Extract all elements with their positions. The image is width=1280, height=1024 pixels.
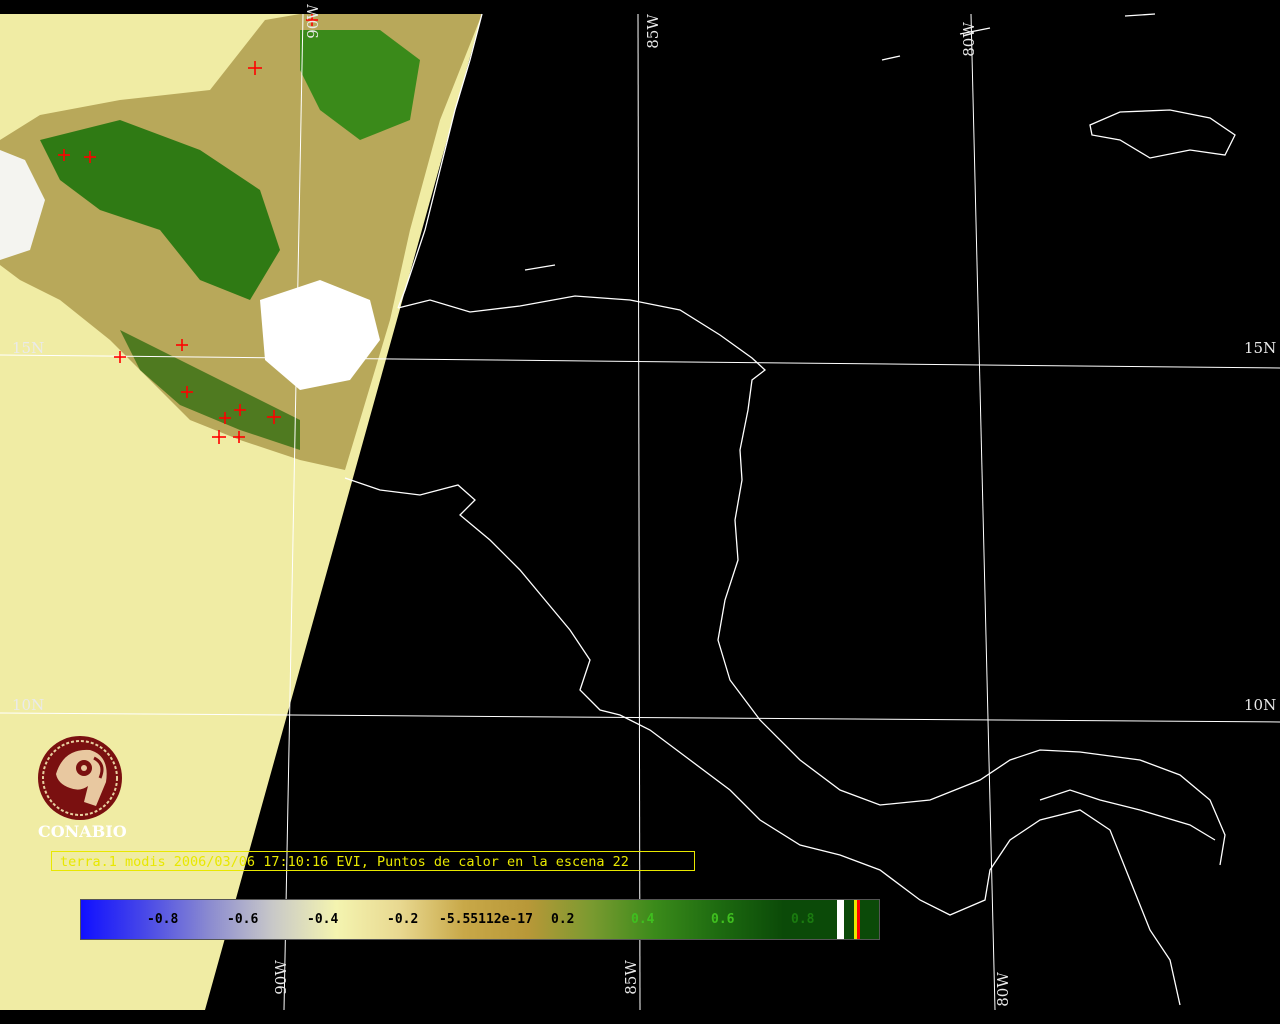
meridian-80w bbox=[970, 13, 996, 1011]
grid-label-15n-left: 15N bbox=[12, 339, 45, 357]
grid-label-80w-top: 80W bbox=[959, 22, 978, 57]
scene-caption: terra.1 modis 2006/03/06 17:10:16 EVI, P… bbox=[51, 851, 695, 871]
colorbar-tick: 0.6 bbox=[711, 912, 735, 927]
grid-label-10n-right: 10N bbox=[1244, 696, 1277, 714]
island-fragment-2 bbox=[881, 55, 901, 61]
jamaica bbox=[1089, 109, 1236, 159]
colorbar-tick: -0.8 bbox=[147, 912, 179, 927]
colorbar-tick: 0.4 bbox=[631, 912, 655, 927]
grid-label-85w-bottom: 85W bbox=[621, 960, 640, 995]
colorbar-tick: 0.2 bbox=[551, 912, 575, 927]
coast-panama-south bbox=[1039, 789, 1216, 841]
evi-colorbar: -0.8 -0.6 -0.4 -0.2 -5.55112e-17 0.2 0.4… bbox=[80, 899, 880, 940]
colorbar-class-end bbox=[860, 900, 879, 939]
grid-label-90w-top: 90W bbox=[303, 4, 322, 39]
conabio-macaw-logo-icon bbox=[38, 736, 122, 820]
grid-label-90w-bottom: 90W bbox=[271, 960, 290, 995]
grid-label-15n-right: 15N bbox=[1244, 339, 1277, 357]
conabio-logo-text: CONABIO bbox=[38, 822, 127, 841]
colorbar-tick: -5.55112e-17 bbox=[439, 912, 533, 927]
grid-label-10n-left: 10N bbox=[12, 696, 45, 714]
colorbar-class-dark bbox=[844, 900, 854, 939]
colorbar-tick: -0.2 bbox=[387, 912, 419, 927]
islets bbox=[524, 264, 556, 271]
colorbar-class-white bbox=[837, 900, 844, 939]
cuba-fragment bbox=[1124, 13, 1156, 17]
grid-label-85w-top: 85W bbox=[643, 14, 662, 49]
colorbar-tick: -0.6 bbox=[227, 912, 259, 927]
coast-honduras-nicaragua bbox=[397, 295, 1226, 866]
colorbar-tick: 0.8 bbox=[791, 912, 815, 927]
colorbar-tick: -0.4 bbox=[307, 912, 339, 927]
grid-label-80w-bottom: 80W bbox=[993, 972, 1012, 1007]
